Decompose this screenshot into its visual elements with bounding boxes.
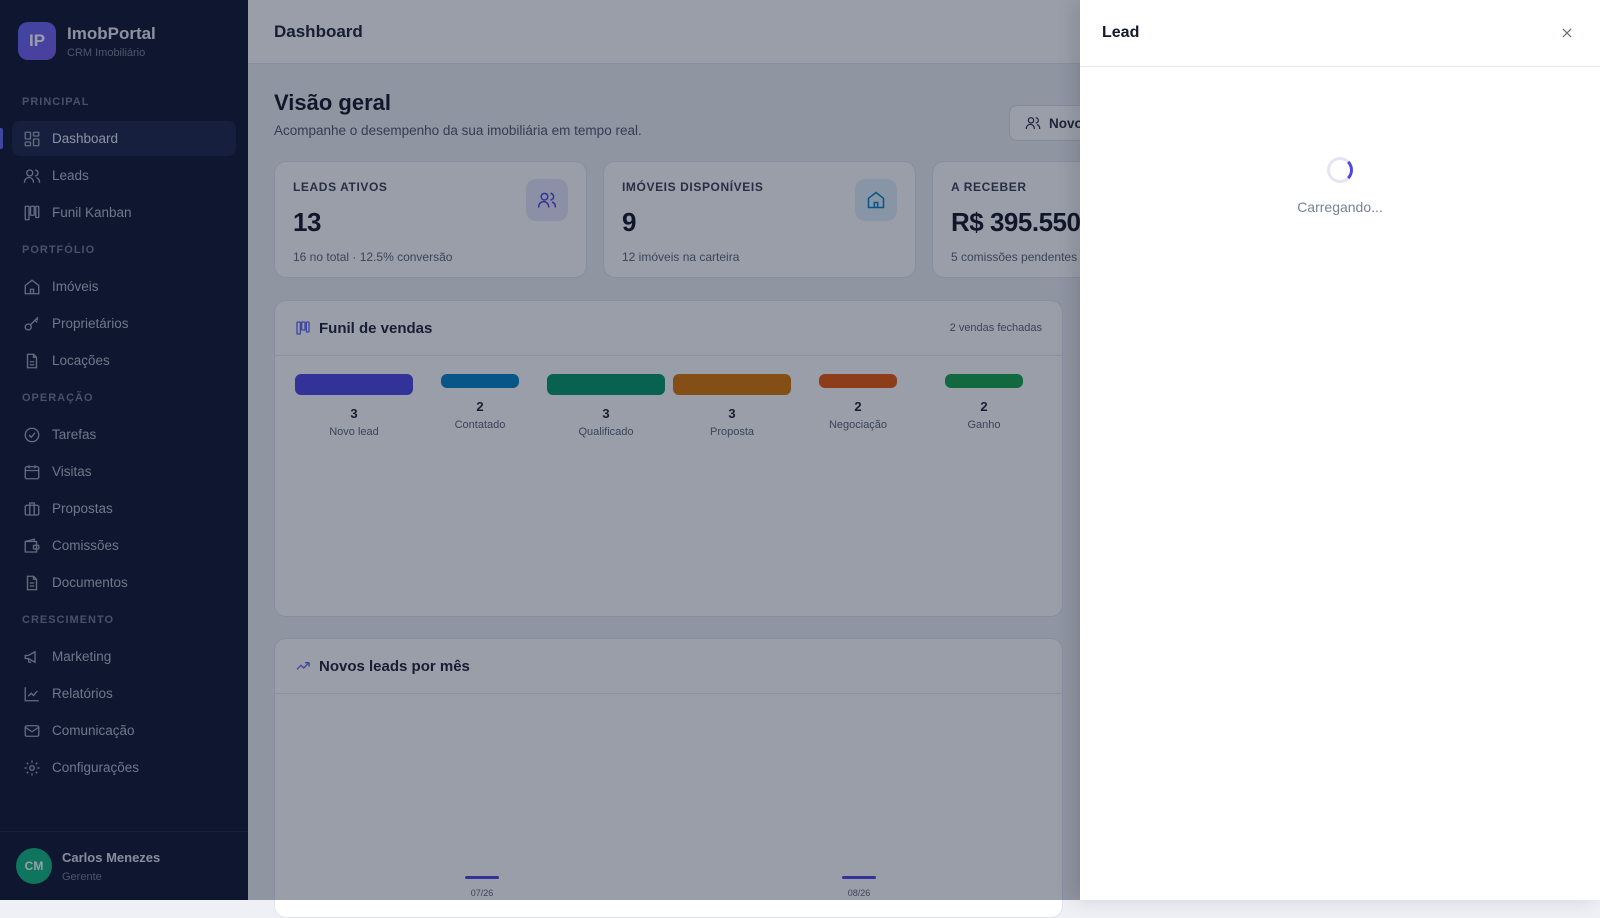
loading-spinner-icon: [1327, 157, 1353, 183]
modal-backdrop[interactable]: [0, 0, 1080, 900]
close-button[interactable]: [1556, 22, 1578, 44]
lead-drawer: Lead Carregando...: [1080, 0, 1600, 900]
loading-text: Carregando...: [1297, 199, 1383, 215]
drawer-header: Lead: [1080, 0, 1600, 67]
drawer-title: Lead: [1102, 24, 1140, 41]
close-icon: [1560, 26, 1574, 40]
